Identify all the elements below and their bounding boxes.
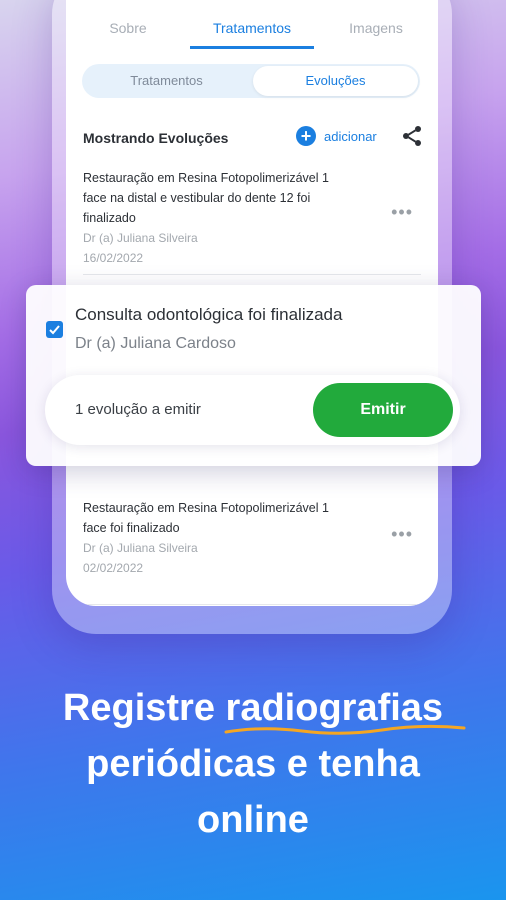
- item-date: 16/02/2022: [83, 251, 144, 265]
- divider: [83, 274, 421, 275]
- plus-circle-icon: +: [296, 126, 316, 146]
- item-title: Restauração em Resina Fotopolimerizável …: [83, 501, 329, 535]
- add-button[interactable]: + adicionar: [296, 126, 377, 146]
- tab-bar: Sobre Tratamentos Imagens: [66, 0, 438, 50]
- emit-button[interactable]: Emitir: [313, 383, 453, 437]
- emit-bar: 1 evolução a emitir Emitir: [45, 375, 460, 445]
- list-item[interactable]: Restauração em Resina Fotopolimerizável …: [83, 498, 421, 578]
- headline-line2: periódicas e tenha: [86, 743, 420, 785]
- tab-imagens[interactable]: Imagens: [314, 0, 438, 50]
- add-label: adicionar: [324, 128, 377, 144]
- more-options-icon[interactable]: •••: [391, 524, 413, 545]
- tab-tratamentos[interactable]: Tratamentos: [190, 0, 314, 50]
- share-icon[interactable]: [400, 124, 424, 148]
- item-doctor: Dr (a) Juliana Silveira: [83, 541, 198, 555]
- evolution-card: Consulta odontológica foi finalizada Dr …: [26, 285, 481, 466]
- headline-part1: Registre: [62, 687, 226, 729]
- checkbox[interactable]: [46, 321, 63, 338]
- active-tab-indicator: [190, 46, 314, 49]
- list-item[interactable]: Restauração em Resina Fotopolimerizável …: [83, 168, 421, 268]
- section-title: Mostrando Evoluções: [83, 130, 229, 146]
- divider: [83, 604, 421, 605]
- segment-tratamentos[interactable]: Tratamentos: [84, 66, 249, 96]
- item-doctor: Dr (a) Juliana Silveira: [83, 231, 198, 245]
- item-title: Restauração em Resina Fotopolimerizável …: [83, 171, 329, 225]
- segmented-control: Tratamentos Evoluções: [82, 64, 420, 98]
- more-options-icon[interactable]: •••: [391, 202, 413, 223]
- headline-line3: online: [197, 799, 309, 841]
- pending-count: 1 evolução a emitir: [75, 401, 201, 418]
- tab-sobre[interactable]: Sobre: [66, 0, 190, 50]
- check-icon: [49, 325, 60, 335]
- card-title: Consulta odontológica foi finalizada: [75, 305, 343, 324]
- segment-evolucoes[interactable]: Evoluções: [253, 66, 418, 96]
- highlight-underline: [224, 724, 466, 735]
- card-doctor: Dr (a) Juliana Cardoso: [75, 335, 236, 352]
- headline: Registre radiografias periódicas e tenha…: [0, 680, 506, 848]
- item-date: 02/02/2022: [83, 561, 144, 575]
